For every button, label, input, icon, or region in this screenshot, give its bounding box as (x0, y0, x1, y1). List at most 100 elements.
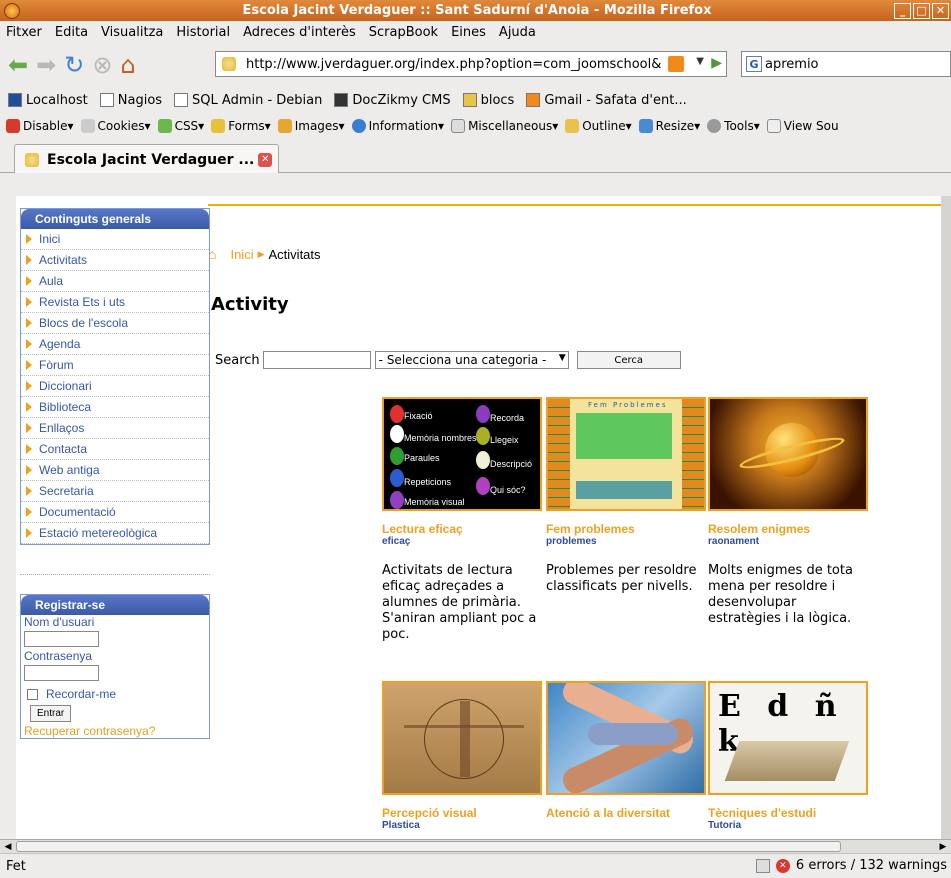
dev-disable[interactable]: Disable▾ (6, 119, 74, 133)
search-input[interactable] (262, 351, 371, 369)
navigation-toolbar: ⬅ ➡ ↻ ⊗ ⌂ http://www.jverdaguer.org/inde… (0, 43, 951, 87)
menu-ajuda[interactable]: Ajuda (499, 25, 536, 40)
tab-escola[interactable]: Escola Jacint Verdaguer ... ✕ (14, 144, 279, 174)
dev-css[interactable]: CSS▾ (157, 119, 204, 133)
login-button[interactable]: Entrar (30, 705, 72, 722)
activity-title[interactable]: Fem problemes (546, 522, 706, 536)
activity-card[interactable]: Atenció a la diversitat (546, 681, 706, 820)
sidebar-item[interactable]: Documentació (21, 502, 209, 523)
dev-images[interactable]: Images▾ (277, 119, 345, 133)
error-icon[interactable]: ✕ (775, 858, 790, 873)
sidebar-item[interactable]: Activitats (21, 250, 209, 271)
chevron-down-icon[interactable]: ▼ (696, 56, 704, 67)
activity-thumbnail[interactable]: Fixació Recorda Memòria nombres Llegeix … (382, 397, 542, 511)
go-icon[interactable]: ▶ (711, 55, 722, 71)
activity-thumbnail[interactable] (708, 397, 868, 511)
activity-title[interactable]: Resolem enigmes (708, 522, 868, 536)
close-tab-icon[interactable]: ✕ (258, 152, 273, 167)
menu-scrapbook[interactable]: ScrapBook (369, 25, 438, 40)
minimize-button[interactable]: _ (894, 2, 911, 19)
sidebar-item[interactable]: Biblioteca (21, 397, 209, 418)
sidebar-item[interactable]: Inici (21, 229, 209, 250)
remember-checkbox[interactable] (27, 688, 38, 700)
bookmark-nagios[interactable]: Nagios (99, 92, 163, 108)
vertical-scrollbar[interactable] (941, 196, 951, 839)
sidebar-item[interactable]: Fòrum (21, 355, 209, 376)
dev-miscellaneous[interactable]: Miscellaneous▾ (451, 119, 558, 133)
activity-card[interactable]: Fixació Recorda Memòria nombres Llegeix … (382, 397, 542, 643)
breadcrumb-home-link[interactable]: Inici (230, 247, 253, 262)
activity-thumbnail[interactable]: E d ñ k (708, 681, 868, 795)
rss-icon[interactable] (668, 56, 684, 72)
sidebar-item[interactable]: Secretaria (21, 481, 209, 502)
menu-adreces[interactable]: Adreces d'interès (243, 25, 356, 40)
breadcrumb-separator-icon: ▶ (257, 248, 265, 259)
maximize-button[interactable]: □ (913, 2, 930, 19)
activity-card[interactable]: Resolem enigmes raonament Molts enigmes … (708, 397, 868, 627)
activity-card[interactable]: E d ñ k Tècniques d'estudi Tutoria (708, 681, 868, 831)
sidebar-item[interactable]: Agenda (21, 334, 209, 355)
google-icon[interactable]: G (746, 56, 762, 72)
bookmark-blocs[interactable]: blocs (462, 93, 514, 108)
remember-checkbox-row[interactable]: Recordar-me (27, 687, 206, 701)
sidebar-item[interactable]: Contacta (21, 439, 209, 460)
dev-cookies[interactable]: Cookies▾ (80, 119, 151, 133)
sidebar-item-label: Enllaços (39, 421, 85, 435)
stop-icon[interactable]: ⊗ (92, 51, 112, 79)
forward-arrow-icon[interactable]: ➡ (36, 51, 56, 79)
bookmark-label: Nagios (117, 92, 163, 108)
dev-resize[interactable]: Resize▾ (638, 119, 700, 133)
activity-thumbnail[interactable] (382, 681, 542, 795)
close-window-button[interactable]: ✕ (932, 2, 949, 19)
dev-information[interactable]: Information▾ (351, 119, 444, 133)
activity-title[interactable]: Atenció a la diversitat (546, 806, 706, 820)
activity-title[interactable]: Lectura eficaç (382, 522, 542, 536)
sidebar-item[interactable]: Web antiga (21, 460, 209, 481)
activity-thumbnail[interactable] (546, 681, 706, 795)
scroll-left-icon[interactable]: ◀ (2, 841, 14, 852)
password-input[interactable] (24, 665, 99, 681)
scroll-right-icon[interactable]: ▶ (937, 841, 949, 852)
home-icon[interactable]: ⌂ (120, 51, 135, 79)
activity-title[interactable]: Percepció visual (382, 806, 542, 820)
recover-password-link[interactable]: Recuperar contrasenya? (24, 724, 206, 738)
chevron-down-icon[interactable]: ▼ (559, 353, 566, 363)
sidebar-item[interactable]: Revista Ets i uts (21, 292, 209, 313)
category-select[interactable]: - Selecciona una categoria - ▼ (374, 351, 569, 369)
menu-eines[interactable]: Eines (451, 25, 486, 40)
sidebar-item[interactable]: Aula (21, 271, 209, 292)
dev-outline[interactable]: Outline▾ (565, 119, 632, 133)
page-info-icon[interactable] (755, 858, 770, 873)
url-bar[interactable]: http://www.jverdaguer.org/index.php?opti… (215, 51, 727, 77)
back-arrow-icon[interactable]: ⬅ (8, 51, 28, 79)
horizontal-scrollbar[interactable]: ◀ ▶ (0, 839, 951, 853)
bookmark-gmail[interactable]: Gmail - Safata d'ent... (526, 93, 687, 108)
bookmark-sql-admin[interactable]: SQL Admin - Debian (174, 93, 322, 108)
activity-card[interactable]: Fem Problemes Fem problemes problemes Pr… (546, 397, 706, 595)
thumb-label: Memòria visual (404, 497, 465, 507)
dev-view-source[interactable]: View Sou (766, 119, 839, 133)
search-button[interactable]: Cerca (576, 351, 681, 369)
username-input[interactable] (24, 631, 99, 647)
activity-title[interactable]: Tècniques d'estudi (708, 806, 868, 820)
web-search-box[interactable]: G apremio (741, 51, 951, 77)
activity-thumbnail[interactable]: Fem Problemes (546, 397, 706, 511)
bookmark-doczikmy[interactable]: DocZikmy CMS (334, 93, 451, 108)
error-count[interactable]: 6 errors / 132 warnings (796, 858, 947, 873)
menu-edita[interactable]: Edita (55, 25, 88, 40)
sidebar-item[interactable]: Diccionari (21, 376, 209, 397)
sidebar-item[interactable]: Blocs de l'escola (21, 313, 209, 334)
reload-icon[interactable]: ↻ (64, 51, 84, 79)
scrollbar-thumb[interactable] (16, 841, 841, 852)
sidebar-item[interactable]: Enllaços (21, 418, 209, 439)
dev-tools[interactable]: Tools▾ (707, 119, 760, 133)
menu-historial[interactable]: Historial (176, 25, 230, 40)
images-icon (277, 119, 292, 133)
home-icon[interactable]: ⌂ (208, 246, 216, 262)
dev-forms[interactable]: Forms▾ (211, 119, 271, 133)
bookmark-localhost[interactable]: Localhost (8, 93, 88, 108)
activity-card[interactable]: Percepció visual Plastica (382, 681, 542, 831)
menu-visualitza[interactable]: Visualitza (101, 25, 163, 40)
sidebar-item[interactable]: Estació metereològica (21, 523, 209, 544)
menu-fitxer[interactable]: Fitxer (6, 25, 42, 40)
